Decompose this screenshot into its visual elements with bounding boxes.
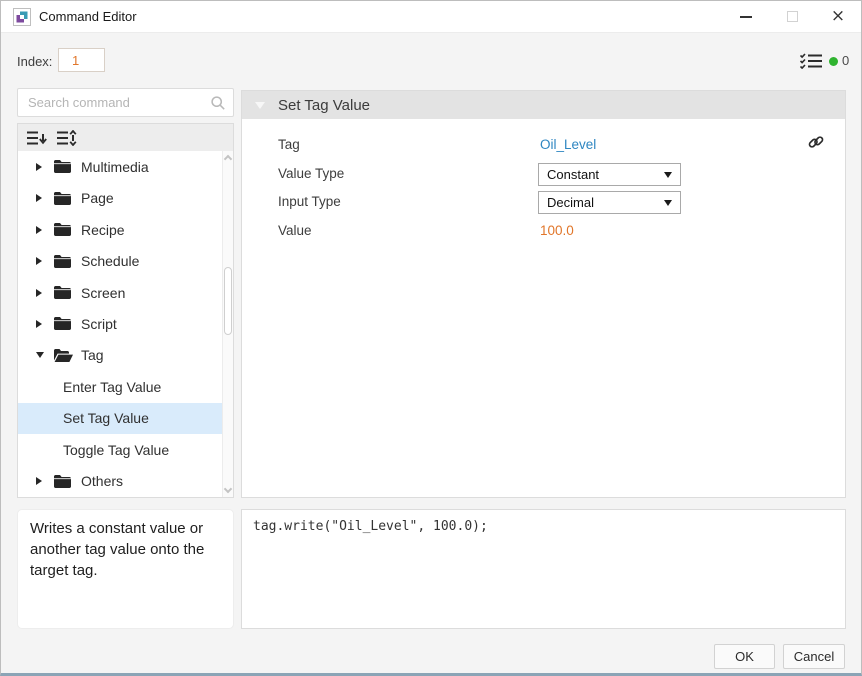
command-count: 0 bbox=[842, 53, 849, 68]
minimize-icon bbox=[740, 16, 752, 18]
close-button[interactable]: × bbox=[815, 1, 861, 32]
folder-icon bbox=[54, 286, 73, 299]
tree-item-others[interactable]: Others bbox=[18, 466, 222, 497]
folder-icon bbox=[54, 160, 73, 173]
collapse-section-icon bbox=[255, 102, 265, 109]
search-box bbox=[17, 88, 234, 117]
value-type-dropdown[interactable]: Constant bbox=[538, 163, 681, 186]
input-type-dropdown[interactable]: Decimal bbox=[538, 191, 681, 214]
command-description: Writes a constant value or another tag v… bbox=[17, 509, 234, 629]
value-label: Value bbox=[278, 223, 312, 238]
settings-header[interactable]: Set Tag Value bbox=[242, 91, 845, 119]
ok-button[interactable]: OK bbox=[714, 644, 775, 669]
tree-toolbar bbox=[18, 124, 233, 151]
value-type-label: Value Type bbox=[278, 166, 344, 181]
tree-item-set-tag-value[interactable]: Set Tag Value bbox=[18, 403, 222, 434]
chevron-right-icon[interactable] bbox=[36, 477, 48, 485]
link-tag-icon[interactable] bbox=[806, 132, 826, 152]
collapse-all-icon[interactable] bbox=[27, 130, 47, 146]
chevron-down-icon[interactable] bbox=[36, 352, 48, 358]
tree-item-screen[interactable]: Screen bbox=[18, 277, 222, 308]
tree-item-tag[interactable]: Tag bbox=[18, 340, 222, 371]
tree-list: Multimedia Page Recipe Schedule Screen bbox=[18, 151, 222, 497]
chevron-right-icon[interactable] bbox=[36, 226, 48, 234]
settings-title: Set Tag Value bbox=[278, 97, 370, 114]
command-editor-window: Command Editor × Index: 0 bbox=[0, 0, 862, 676]
chevron-right-icon[interactable] bbox=[36, 320, 48, 328]
status-dot-icon bbox=[829, 57, 838, 66]
tree-item-enter-tag-value[interactable]: Enter Tag Value bbox=[18, 371, 222, 402]
tree-item-page[interactable]: Page bbox=[18, 182, 222, 213]
expand-all-icon[interactable] bbox=[57, 130, 77, 146]
folder-icon bbox=[54, 255, 73, 268]
command-tree-panel: Multimedia Page Recipe Schedule Screen bbox=[17, 123, 234, 498]
index-input[interactable] bbox=[58, 48, 105, 72]
code-preview: tag.write("Oil_Level", 100.0); bbox=[241, 509, 846, 629]
maximize-icon bbox=[787, 11, 798, 22]
folder-icon bbox=[54, 192, 73, 205]
tree-item-schedule[interactable]: Schedule bbox=[18, 245, 222, 276]
command-settings-panel: Set Tag Value Tag Oil_Level Value Type C… bbox=[241, 90, 846, 498]
tree-scrollbar[interactable] bbox=[222, 151, 233, 497]
input-type-label: Input Type bbox=[278, 194, 341, 209]
search-input[interactable] bbox=[18, 89, 233, 116]
tree-item-recipe[interactable]: Recipe bbox=[18, 214, 222, 245]
value-field[interactable]: 100.0 bbox=[540, 223, 574, 238]
scroll-down-icon[interactable] bbox=[224, 485, 232, 493]
tag-value-link[interactable]: Oil_Level bbox=[540, 137, 596, 152]
chevron-right-icon[interactable] bbox=[36, 289, 48, 297]
open-folder-icon bbox=[54, 349, 73, 362]
folder-icon bbox=[54, 223, 73, 236]
chevron-right-icon[interactable] bbox=[36, 163, 48, 171]
folder-icon bbox=[54, 475, 73, 488]
tree-item-multimedia[interactable]: Multimedia bbox=[18, 151, 222, 182]
app-logo-icon bbox=[13, 8, 31, 26]
cancel-button[interactable]: Cancel bbox=[783, 644, 845, 669]
folder-icon bbox=[54, 317, 73, 330]
dropdown-arrow-icon bbox=[664, 200, 672, 206]
scrollbar-thumb[interactable] bbox=[224, 267, 232, 335]
tree-item-toggle-tag-value[interactable]: Toggle Tag Value bbox=[18, 434, 222, 465]
scroll-up-icon[interactable] bbox=[224, 155, 232, 163]
command-list-icon[interactable] bbox=[800, 53, 822, 69]
chevron-right-icon[interactable] bbox=[36, 194, 48, 202]
index-label: Index: bbox=[17, 54, 52, 69]
tree-item-script[interactable]: Script bbox=[18, 308, 222, 339]
window-title: Command Editor bbox=[39, 9, 137, 24]
maximize-button[interactable] bbox=[769, 1, 815, 32]
close-icon: × bbox=[831, 8, 845, 25]
search-icon bbox=[210, 95, 226, 111]
title-bar: Command Editor × bbox=[1, 1, 861, 33]
dropdown-arrow-icon bbox=[664, 172, 672, 178]
tag-label: Tag bbox=[278, 137, 300, 152]
value-type-selected: Constant bbox=[547, 167, 599, 182]
input-type-selected: Decimal bbox=[547, 195, 594, 210]
chevron-right-icon[interactable] bbox=[36, 257, 48, 265]
minimize-button[interactable] bbox=[723, 1, 769, 32]
